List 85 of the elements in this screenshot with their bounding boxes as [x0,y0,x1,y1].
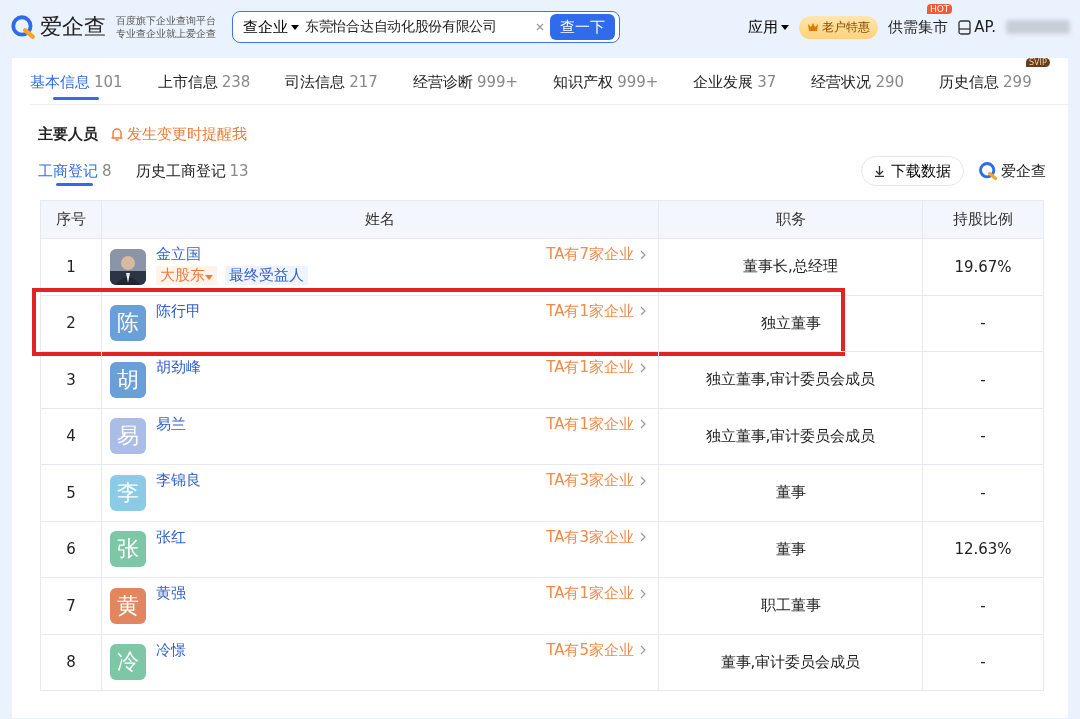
table-cell-text: 6 [65,539,77,561]
promo-badge[interactable]: 老户特惠 [799,15,879,39]
chevron-right-icon [640,419,646,429]
person-name-link[interactable]: 金立国 [156,245,308,264]
table-cell-text: 7 [65,595,77,617]
person-name-link[interactable]: 李锦良 [156,471,201,490]
person-name-link[interactable]: 张红 [156,527,186,547]
table-cell: - [922,465,1043,521]
person-name-link[interactable]: 易兰 [156,414,186,434]
table-cell: - [922,408,1043,464]
section-title: 主要人员 [38,125,98,144]
tab[interactable]: 知识产权 999+ [553,62,659,102]
logo-text: 爱企查 [40,13,106,41]
table-cell-text: 2 [65,313,77,335]
tab[interactable]: 上市信息 238 [157,62,251,102]
avatar: 冷 [110,644,146,681]
tab[interactable]: 司法信息 217 [285,62,378,102]
chevron-right-icon [640,475,646,486]
table-cell: - [922,634,1043,690]
user-name[interactable]: AP. [974,18,996,36]
table-cell-text: 1 [65,256,77,278]
search-button[interactable]: 查一下 [550,14,615,40]
tab[interactable]: 企业发展 37 [693,62,777,102]
table-cell: - [922,352,1043,408]
caret-icon [205,275,213,280]
tab[interactable]: 基本信息 101 [30,62,123,102]
column-header: 持股比例 [922,201,1043,238]
caret-icon [291,24,299,30]
table-cell: 独立董事 [658,295,922,351]
table-cell-text: 8 [65,652,77,674]
column-header: 姓名 [101,201,658,238]
table-cell: 董事长,总经理 [658,239,922,295]
chevron-right-icon [640,249,646,260]
caret-icon [781,24,790,30]
chevron-right-icon [640,645,646,655]
table-cell-text: 4 [65,426,77,448]
person-name-link[interactable]: 冷憬 [156,640,186,660]
search-field[interactable]: 查企业 东莞怡合达自动化股份有限公司 查一下 [232,11,620,43]
table-cell: - [922,578,1043,634]
table-cell: 独立董事,审计委员会成员 [658,408,922,464]
slogan-text: 专业查企业就上爱企查 [116,27,216,40]
table-cell: 19.67% [922,239,1043,295]
avatar: 黄 [110,587,146,624]
chevron-right-icon [640,588,646,599]
table-cell: - [922,295,1043,351]
tab[interactable]: 历史工商登记 13 [135,154,249,188]
tab[interactable]: 经营状况 290 [811,62,905,102]
column-header: 序号 [55,209,87,230]
avatar: 李 [110,474,146,511]
table-cell: 职工董事 [658,578,922,634]
avatar: 胡 [110,361,146,398]
person-name-link[interactable]: 胡劲峰 [156,358,201,377]
clear-icon[interactable] [536,23,544,31]
blurred-name [1006,20,1070,34]
table-cell-text: 5 [65,482,77,504]
logo-icon [10,14,36,40]
slogan-text: 百度旗下企业查询平台 [116,14,216,27]
market-link[interactable]: 供需集市 [888,17,949,37]
chevron-right-icon [640,306,646,316]
apps-menu[interactable]: 应用 [748,17,790,37]
table-cell: 独立董事,审计委员会成员 [658,352,922,408]
brand-icon [978,161,998,181]
table-cell: 董事,审计委员会成员 [658,634,922,690]
avatar: 陈 [110,305,146,342]
download-button[interactable]: 下载数据 [861,156,964,186]
svip-badge: SVIP [1025,58,1050,67]
chevron-right-icon [640,532,646,542]
avatar: 张 [110,531,146,568]
tab[interactable]: 工商登记 8 [38,154,112,188]
person-name-link[interactable]: 陈行甲 [156,301,201,321]
avatar: 易 [110,418,146,455]
person-name-link[interactable]: 黄强 [156,584,186,603]
column-header: 职务 [658,201,922,238]
chevron-right-icon [640,362,646,373]
bell-icon [110,127,124,142]
brand-text: 爱企查 [1001,161,1046,181]
table-cell: 12.63% [922,521,1043,577]
table-cell-text: 3 [65,369,77,391]
beneficiary-tag: 最终受益人 [225,266,308,285]
hot-badge: HOT [926,3,953,14]
scope-dropdown[interactable]: 查企业 [243,17,299,37]
download-icon [874,165,885,177]
table-cell: 董事 [658,521,922,577]
table-cell: 董事 [658,465,922,521]
tab[interactable]: 经营诊断 999+ [412,62,519,102]
